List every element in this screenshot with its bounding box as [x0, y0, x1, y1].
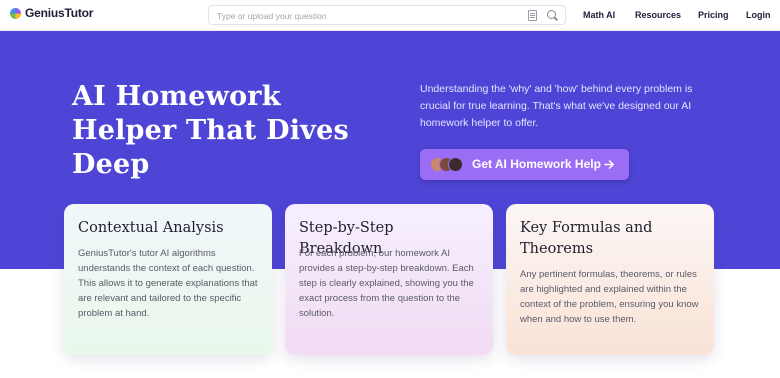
search-icon[interactable]: [547, 10, 556, 19]
avatar-group: [430, 157, 470, 172]
hero-title: AI Homework Helper That Dives Deep: [72, 81, 349, 180]
get-ai-homework-help-button[interactable]: Get AI Homework Help: [420, 149, 629, 180]
top-navbar: GeniusTutor Math AI Resources Pricing Lo…: [0, 0, 780, 31]
nav-login[interactable]: Login: [746, 10, 771, 20]
feature-card-contextual-analysis: Contextual Analysis GeniusTutor's tutor …: [64, 204, 272, 355]
card-title: Contextual Analysis: [78, 220, 224, 236]
search-bar: [208, 5, 566, 25]
cta-label: Get AI Homework Help: [472, 157, 601, 171]
upload-file-icon[interactable]: [528, 10, 537, 21]
arrow-right-icon: [604, 160, 614, 169]
nav-pricing[interactable]: Pricing: [698, 10, 729, 20]
search-input[interactable]: [217, 9, 507, 22]
feature-card-key-formulas: Key Formulas and Theorems Any pertinent …: [506, 204, 714, 355]
feature-card-step-by-step: Step-by-Step Breakdown For each problem,…: [285, 204, 493, 355]
card-title: Key Formulas and Theorems: [520, 220, 653, 257]
logo-icon: [10, 7, 21, 19]
card-body: GeniusTutor's tutor AI algorithms unders…: [78, 248, 258, 319]
avatar: [448, 157, 463, 172]
hero-description: Understanding the 'why' and 'how' behind…: [420, 83, 693, 129]
nav-resources[interactable]: Resources: [635, 10, 681, 20]
brand-logo[interactable]: GeniusTutor: [10, 6, 93, 20]
card-body: Any pertinent formulas, theorems, or rul…: [520, 269, 699, 325]
card-body: For each problem, our homework AI provid…: [299, 248, 474, 319]
nav-math-ai[interactable]: Math AI: [583, 10, 615, 20]
brand-name: GeniusTutor: [25, 6, 94, 20]
